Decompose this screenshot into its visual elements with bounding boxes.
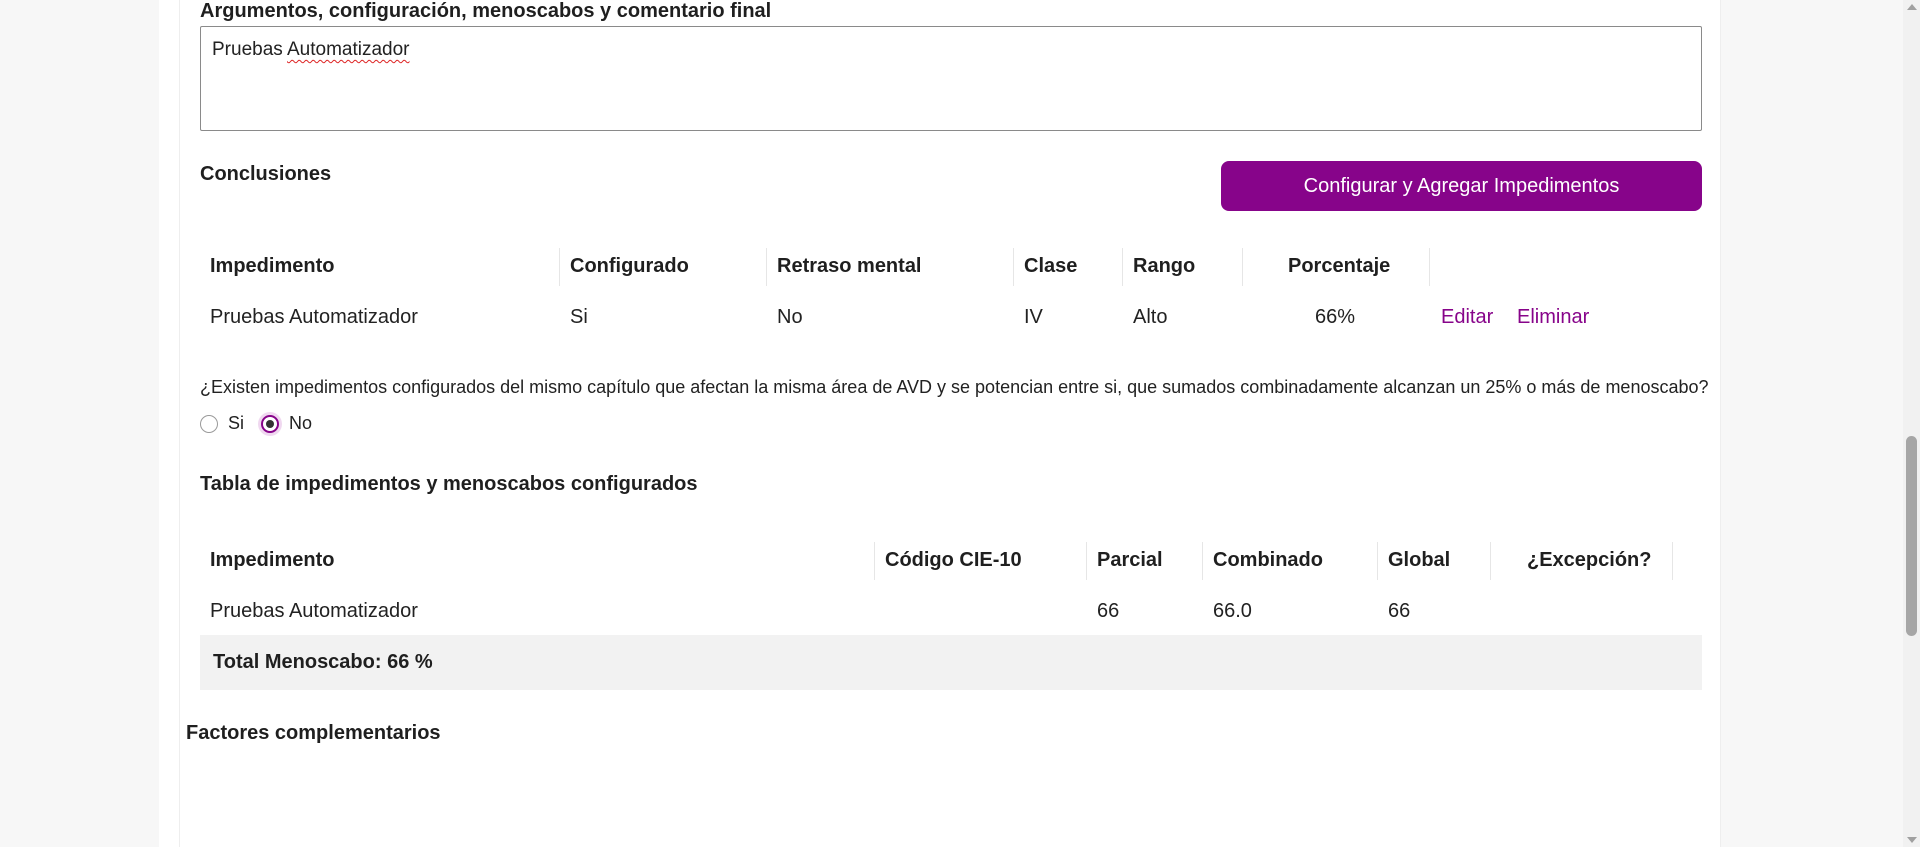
radio-no-label[interactable]: No: [289, 413, 312, 434]
cell-combinado: 66.0: [1213, 600, 1252, 622]
cell-clase: IV: [1024, 306, 1043, 328]
impairments-table-title: Tabla de impedimentos y menoscabos confi…: [200, 473, 698, 495]
total-impairment-row: Total Menoscabo: 66 %: [200, 635, 1702, 690]
header-excepcion: ¿Excepción?: [1527, 549, 1652, 571]
cell-global: 66: [1388, 600, 1411, 622]
column-divider: [1490, 542, 1491, 580]
complementary-factors-title: Factores complementarios: [186, 722, 441, 744]
header-parcial: Parcial: [1097, 549, 1163, 571]
header-impedimento: Impedimento: [210, 255, 335, 277]
final-comment-textarea[interactable]: Pruebas Automatizador: [200, 26, 1702, 131]
column-divider: [766, 248, 767, 286]
radio-si-label[interactable]: Si: [228, 413, 244, 434]
column-divider: [1202, 542, 1203, 580]
header-configurado: Configurado: [570, 255, 689, 277]
header-cie10: Código CIE-10: [885, 549, 1022, 571]
conclusions-title: Conclusiones: [200, 163, 332, 185]
cell-configurado: Si: [570, 306, 588, 328]
column-divider: [1429, 248, 1430, 286]
header-porcentaje: Porcentaje: [1288, 255, 1391, 277]
cell-impedimento: Pruebas Automatizador: [210, 600, 418, 622]
column-divider: [1086, 542, 1087, 580]
scroll-thumb[interactable]: [1906, 436, 1917, 636]
column-divider: [559, 248, 560, 286]
scroll-up-arrow-icon[interactable]: [1907, 4, 1917, 10]
header-rango: Rango: [1133, 255, 1196, 277]
header-clase: Clase: [1024, 255, 1078, 277]
delete-link[interactable]: Eliminar: [1517, 306, 1589, 329]
header-combinado: Combinado: [1213, 549, 1323, 571]
radio-no[interactable]: [261, 415, 279, 433]
final-comment-text: Pruebas: [212, 39, 287, 60]
cell-parcial: 66: [1097, 600, 1120, 622]
cell-impedimento: Pruebas Automatizador: [210, 306, 418, 328]
column-divider: [874, 542, 875, 580]
cell-porcentaje: 66%: [1315, 306, 1356, 328]
vertical-scrollbar[interactable]: [1903, 0, 1920, 847]
configure-add-impairments-button[interactable]: Configurar y Agregar Impedimentos: [1221, 161, 1702, 211]
radio-si[interactable]: [200, 415, 218, 433]
edit-link[interactable]: Editar: [1441, 306, 1493, 329]
column-divider: [1242, 248, 1243, 286]
column-divider: [1013, 248, 1014, 286]
cell-rango: Alto: [1133, 306, 1168, 328]
spellcheck-word: Automatizador: [287, 39, 410, 60]
column-divider: [1122, 248, 1123, 286]
cell-retraso-mental: No: [777, 306, 803, 328]
scroll-down-arrow-icon[interactable]: [1907, 837, 1917, 843]
header-impedimento: Impedimento: [210, 549, 335, 571]
potentiation-question: ¿Existen impedimentos configurados del m…: [200, 377, 1709, 397]
column-divider: [1672, 542, 1673, 580]
header-global: Global: [1388, 549, 1451, 571]
header-retraso-mental: Retraso mental: [777, 255, 922, 277]
column-divider: [1377, 542, 1378, 580]
final-comment-label: Argumentos, configuración, menoscabos y …: [200, 0, 772, 22]
total-impairment-label: Total Menoscabo: 66 %: [213, 651, 433, 673]
